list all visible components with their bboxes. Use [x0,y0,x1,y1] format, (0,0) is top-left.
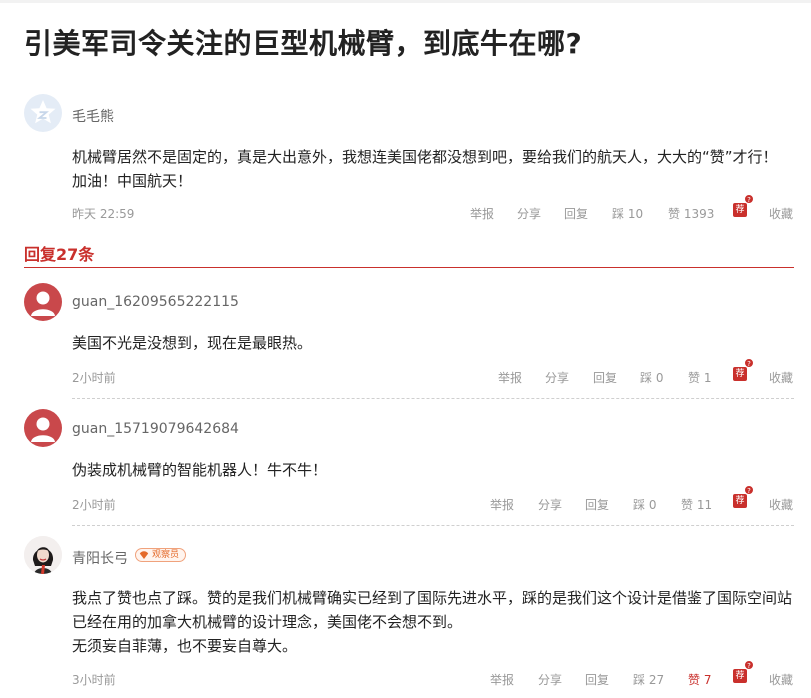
top-border [0,0,811,3]
favorite-button[interactable]: 收藏 [769,671,793,688]
like-button[interactable]: 赞 1 [688,369,711,386]
reply-username[interactable]: guan_15719079642684 [72,421,239,437]
reply-button[interactable]: 回复 [585,496,609,513]
reply-button[interactable]: 回复 [593,369,617,386]
share-button[interactable]: 分享 [545,369,569,386]
report-button[interactable]: 举报 [490,496,514,513]
default-avatar[interactable] [24,94,62,132]
reply-text-line2: 已经在用的加拿大机械臂的设计理念，美国佬不会想不到。 [72,613,463,631]
share-button[interactable]: 分享 [538,671,562,688]
page-title[interactable]: 引美军司令关注的巨型机械臂，到底牛在哪? [24,22,582,62]
user-avatar-photo[interactable] [24,536,62,574]
dislike-button[interactable]: 踩 0 [640,369,663,386]
user-avatar[interactable] [24,409,62,447]
recommend-help-icon[interactable]: ? [744,358,754,368]
replies-count-header: 回复27条 [24,245,95,264]
comment-username[interactable]: 毛毛熊 [72,106,114,126]
recommend-button[interactable]: 荐 [733,367,747,381]
dislike-button[interactable]: 踩 10 [612,205,643,222]
user-avatar-icon [31,417,55,442]
user-avatar-photo-icon [24,536,62,574]
favorite-button[interactable]: 收藏 [769,205,793,222]
like-button[interactable]: 赞 7 [688,671,711,688]
comment-time: 昨天 22:59 [72,207,135,221]
reply-text: 美国不光是没想到，现在是最眼热。 [72,334,313,352]
report-button[interactable]: 举报 [490,671,514,688]
reply-button[interactable]: 回复 [564,205,588,222]
reply-divider [72,398,794,399]
reply-divider [72,525,794,526]
share-button[interactable]: 分享 [538,496,562,513]
recommend-button[interactable]: 荐 [733,203,747,217]
fan-icon [139,551,149,559]
like-button[interactable]: 赞 1393 [668,205,714,222]
favorite-button[interactable]: 收藏 [769,496,793,513]
reply-time: 3小时前 [72,673,116,687]
like-button[interactable]: 赞 11 [681,496,712,513]
observer-badge: 观察员 [135,548,187,562]
section-divider [24,267,794,268]
recommend-help-icon[interactable]: ? [744,194,754,204]
user-avatar[interactable] [24,283,62,321]
recommend-button[interactable]: 荐 [733,494,747,508]
reply-time: 2小时前 [72,498,116,512]
dislike-button[interactable]: 踩 27 [633,671,664,688]
reply-username[interactable]: 青阳长弓 [72,548,128,568]
reply-text-line1: 我点了赞也点了踩。赞的是我们机械臂确实已经到了国际先进水平，踩的是我们这个设计是… [72,589,793,607]
user-avatar-icon [31,291,55,316]
reply-text: 伪装成机械臂的智能机器人！牛不牛！ [72,461,328,479]
recommend-button[interactable]: 荐 [733,669,747,683]
observer-badge-label: 观察员 [152,550,180,560]
share-button[interactable]: 分享 [517,205,541,222]
dislike-button[interactable]: 踩 0 [633,496,656,513]
comment-text-line2: 加油！中国航天！ [72,172,193,190]
reply-username[interactable]: guan_16209565222115 [72,294,239,310]
report-button[interactable]: 举报 [498,369,522,386]
favorite-button[interactable]: 收藏 [769,369,793,386]
reply-text-line3: 无须妄自菲薄，也不要妄自尊大。 [72,637,298,655]
reply-button[interactable]: 回复 [585,671,609,688]
report-button[interactable]: 举报 [470,205,494,222]
recommend-help-icon[interactable]: ? [744,660,754,670]
recommend-help-icon[interactable]: ? [744,485,754,495]
comment-text-line1: 机械臂居然不是固定的，真是大出意外，我想连美国佬都没想到吧，要给我们的航天人，大… [72,148,778,166]
default-avatar-icon [30,100,56,124]
reply-time: 2小时前 [72,371,116,385]
